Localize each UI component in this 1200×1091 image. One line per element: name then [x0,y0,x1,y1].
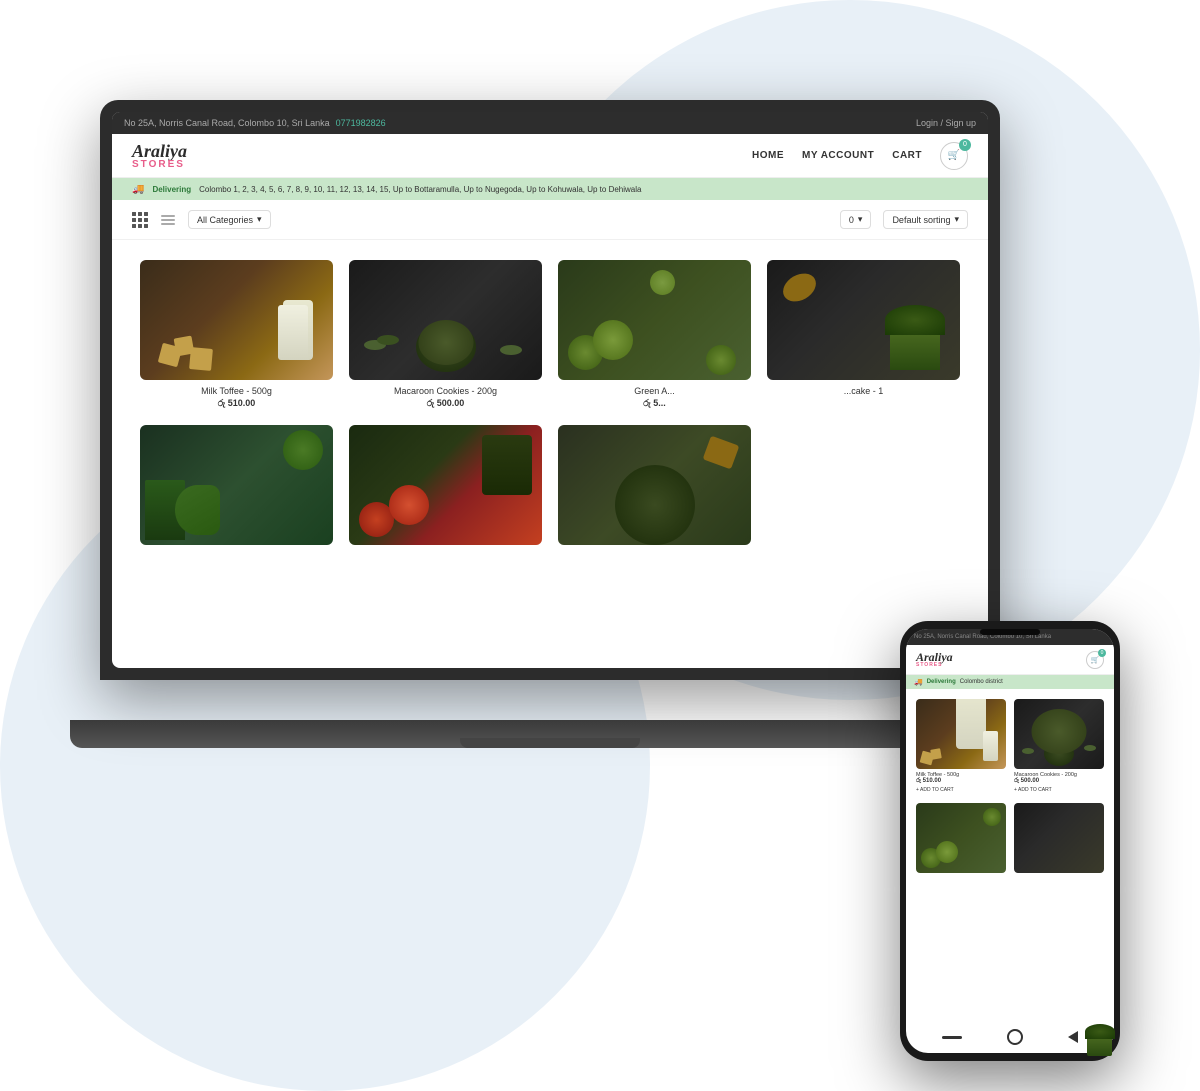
phone-delivery-area: Colombo district [960,679,1003,685]
phone-nav-back-button[interactable] [1068,1031,1078,1043]
count-chevron: ▾ [858,214,863,225]
product-image-milk-toffee [140,260,333,380]
product-card-milk-toffee[interactable]: Milk Toffee - 500g රු 510.00 [132,252,341,417]
count-label: 0 [849,215,854,225]
delivering-label: Delivering [152,185,191,194]
brand-name: Araliya [132,142,187,160]
sort-dropdown[interactable]: Default sorting ▾ [883,210,968,229]
laptop-body: No 25A, Norris Canal Road, Colombo 10, S… [100,100,1000,680]
delivery-truck-icon: 🚚 [132,184,144,195]
phone-product-price-milk-toffee: රු 510.00 [916,778,1006,785]
filters-bar: All Categories ▾ 0 ▾ Default sorting ▾ [112,200,988,240]
topbar-address: No 25A, Norris Canal Road, Colombo 10, S… [124,118,330,128]
list-view-icon [161,215,175,225]
product-image-sauce [558,425,751,545]
category-dropdown[interactable]: All Categories ▾ [188,210,271,229]
product-card-greens[interactable] [132,417,341,553]
phone-brand-logo[interactable]: Araliya STORES [916,651,953,668]
product-price-macaroon: රු 500.00 [349,398,542,409]
phone-nav-home-button[interactable] [1007,1029,1023,1045]
phone-delivering-label: Delivering [927,679,956,685]
count-dropdown[interactable]: 0 ▾ [840,210,872,229]
laptop-frame: No 25A, Norris Canal Road, Colombo 10, S… [100,100,1000,720]
nav-links: HOME MY ACCOUNT CART 🛒 0 [752,142,968,170]
product-image-green-apple [558,260,751,380]
product-card-sauce[interactable] [550,417,759,553]
phone-bottom-nav [906,1025,1114,1049]
sort-label: Default sorting [892,215,950,225]
phone-product-image-macaroon [1014,699,1104,769]
phone-cart-icon: 🛒 [1091,656,1100,664]
product-name-green-apple: Green A... [558,386,751,396]
phone-navbar: Araliya STORES 🛒 0 [906,645,1114,675]
phone-cart-button[interactable]: 🛒 0 [1086,651,1104,669]
nav-home[interactable]: HOME [752,150,784,161]
phone-nav-menu-button[interactable] [942,1036,962,1039]
laptop-mockup: No 25A, Norris Canal Road, Colombo 10, S… [100,100,1000,800]
nav-cart-label[interactable]: CART [892,150,922,161]
delivery-areas-text: Colombo 1, 2, 3, 4, 5, 6, 7, 8, 9, 10, 1… [199,185,641,194]
topbar-phone[interactable]: 0771982826 [336,118,386,128]
list-view-button[interactable] [160,212,176,228]
phone-product-image-milk-toffee [916,699,1006,769]
grid-view-button[interactable] [132,212,148,228]
phone-add-to-cart-macaroon[interactable]: + ADD TO CART [1014,785,1052,795]
phone-cart-badge: 0 [1098,649,1106,657]
category-chevron: ▾ [257,214,262,225]
phone-notch [980,629,1040,635]
cart-icon-button[interactable]: 🛒 0 [940,142,968,170]
laptop-screen: No 25A, Norris Canal Road, Colombo 10, S… [112,112,988,668]
product-card-macaroon[interactable]: Macaroon Cookies - 200g රු 500.00 [341,252,550,417]
product-name-macaroon: Macaroon Cookies - 200g [349,386,542,396]
phone-frame: No 25A, Norris Canal Road, Colombo 10, S… [900,621,1120,1061]
nav-my-account[interactable]: MY ACCOUNT [802,150,874,161]
brand-logo[interactable]: Araliya STORES [132,142,187,170]
product-image-matcha [767,260,960,380]
phone-delivery-bar: 🚚 Delivering Colombo district [906,675,1114,689]
product-grid: Milk Toffee - 500g රු 510.00 Macaroon Co… [112,240,988,565]
topbar-login[interactable]: Login / Sign up [916,118,976,128]
product-image-greens [140,425,333,545]
phone-product-card-macaroon[interactable]: Macaroon Cookies - 200g රු 500.00 + ADD … [1010,695,1108,799]
product-card-green-apple[interactable]: Green A... රු 5... [550,252,759,417]
phone-mockup: No 25A, Norris Canal Road, Colombo 10, S… [900,621,1120,1061]
phone-screen: No 25A, Norris Canal Road, Colombo 10, S… [906,629,1114,1053]
product-name-milk-toffee: Milk Toffee - 500g [140,386,333,396]
screen-topbar: No 25A, Norris Canal Road, Colombo 10, S… [112,112,988,134]
grid-view-icon [132,212,148,228]
phone-product-card-green-apple-2[interactable] [912,799,1010,877]
product-image-macaroon [349,260,542,380]
delivery-bar: 🚚 Delivering Colombo 1, 2, 3, 4, 5, 6, 7… [112,178,988,200]
phone-brand-stores: STORES [916,663,953,668]
phone-product-card-milk-toffee[interactable]: Milk Toffee - 500g රු 510.00 + ADD TO CA… [912,695,1010,799]
phone-product-card-matcha-2[interactable] [1010,799,1108,877]
product-card-matcha[interactable]: ...cake - 1 [759,252,968,417]
brand-stores-label: STORES [132,160,187,170]
product-card-tomato[interactable] [341,417,550,553]
filters-right: 0 ▾ Default sorting ▾ [840,210,968,229]
category-label: All Categories [197,215,253,225]
phone-product-grid: Milk Toffee - 500g රු 510.00 + ADD TO CA… [906,689,1114,883]
cart-icon: 🛒 [948,150,960,161]
product-price-green-apple: රු 5... [558,398,751,409]
phone-delivery-truck-icon: 🚚 [914,678,923,686]
phone-product-image-green-apple-2 [916,803,1006,873]
product-price-milk-toffee: රු 510.00 [140,398,333,409]
phone-add-to-cart-milk-toffee[interactable]: + ADD TO CART [916,785,954,795]
phone-product-image-matcha-2 [1014,803,1104,873]
sort-chevron: ▾ [954,214,959,225]
cart-badge-count: 0 [959,139,971,151]
product-name-matcha: ...cake - 1 [767,386,960,396]
laptop-base [70,720,1030,748]
screen-navbar: Araliya STORES HOME MY ACCOUNT CART 🛒 0 [112,134,988,178]
phone-product-price-macaroon: රු 500.00 [1014,778,1104,785]
product-image-tomato [349,425,542,545]
